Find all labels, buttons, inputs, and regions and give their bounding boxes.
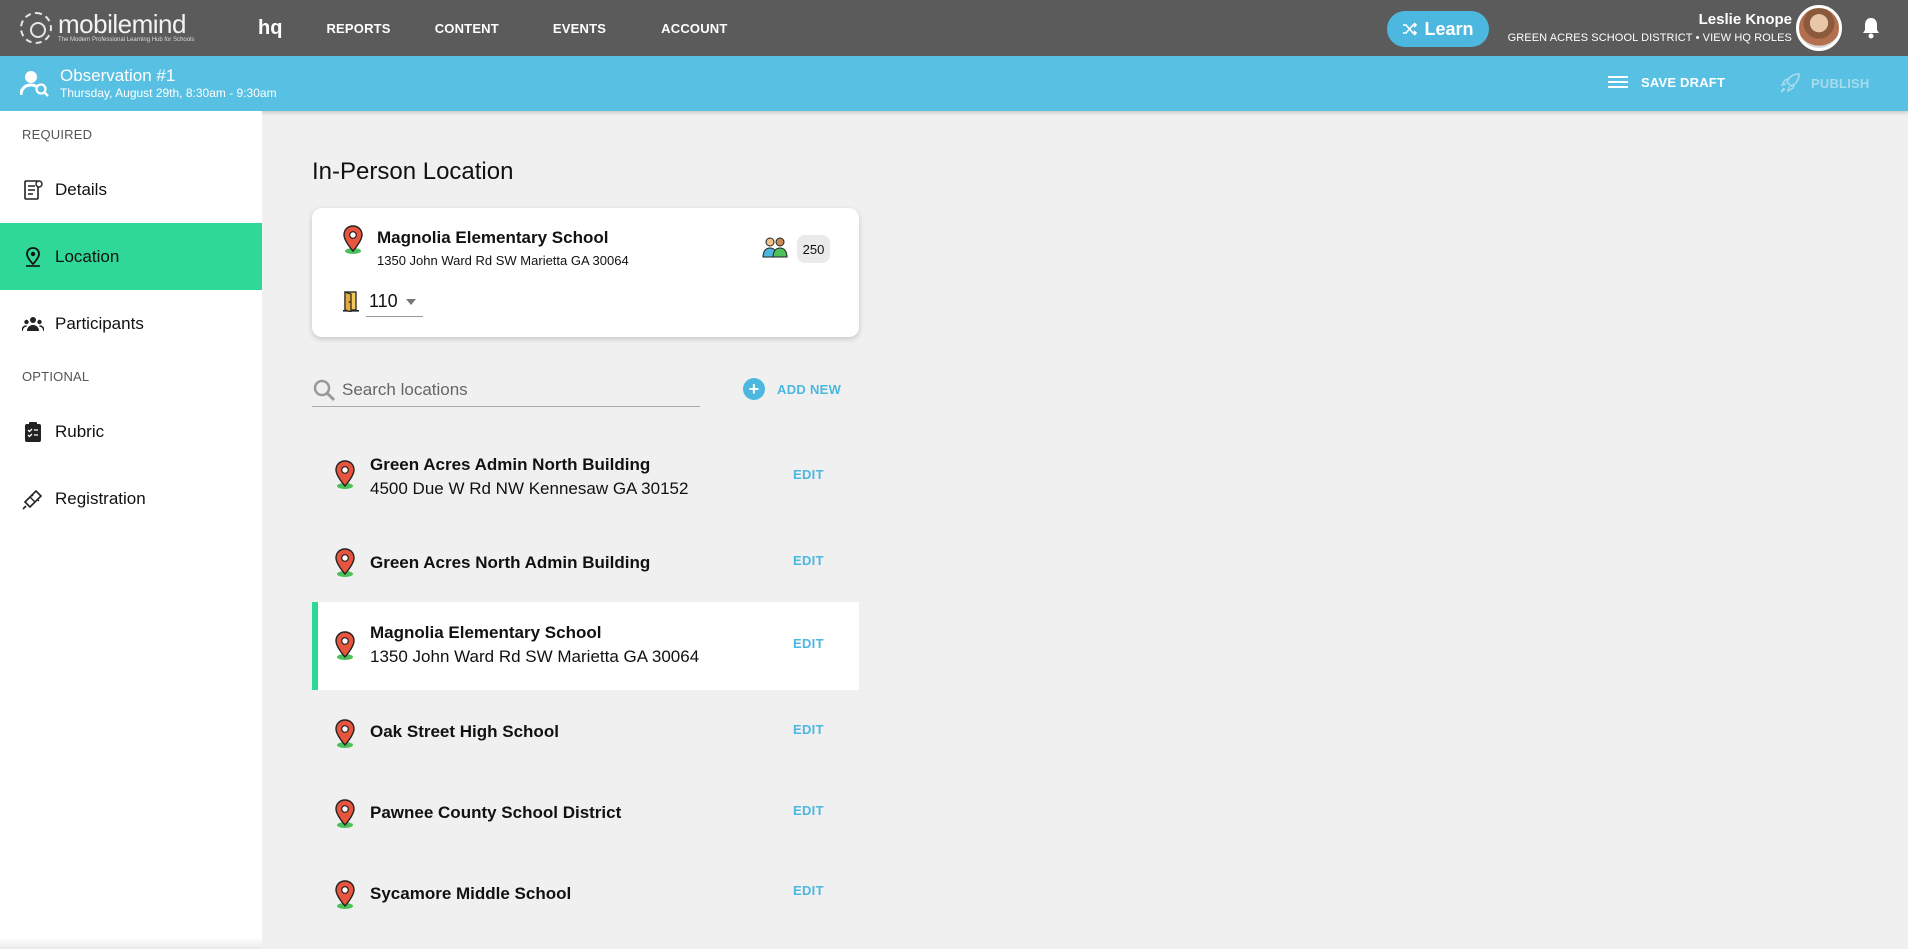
door-icon xyxy=(343,291,359,312)
brand-logo[interactable]: mobilemind The Modern Professional Learn… xyxy=(20,9,242,44)
location-address: 4500 Due W Rd NW Kennesaw GA 30152 xyxy=(370,479,689,498)
nav-reports[interactable]: REPORTS xyxy=(326,21,390,36)
learn-button-label: Learn xyxy=(1424,18,1474,39)
room-select[interactable]: 110 xyxy=(366,287,423,317)
save-draft-label: SAVE DRAFT xyxy=(1641,74,1726,90)
location-pin-icon xyxy=(335,799,355,828)
user-name: Leslie Knope xyxy=(1698,11,1792,28)
sidebar-item-label: Rubric xyxy=(55,421,105,441)
add-new-label: ADD NEW xyxy=(777,381,842,397)
capacity-badge: 250 xyxy=(797,235,830,263)
observation-title: Observation #1 xyxy=(60,66,176,85)
sidebar: REQUIRED Details Location Participants O… xyxy=(0,111,262,949)
sidebar-item-label: Participants xyxy=(55,313,144,333)
sidebar-bottom-shade xyxy=(0,938,262,949)
selected-location-address: 1350 John Ward Rd SW Marietta GA 30064 xyxy=(377,253,629,268)
sidebar-item-rubric[interactable]: Rubric xyxy=(0,398,262,465)
location-pin-icon xyxy=(22,246,44,268)
sidebar-item-participants[interactable]: Participants xyxy=(0,290,262,357)
save-draft-button[interactable]: SAVE DRAFT xyxy=(1607,74,1725,90)
location-name: Green Acres North Admin Building xyxy=(370,553,651,572)
sidebar-item-label: Details xyxy=(55,179,107,199)
observation-date: Thursday, August 29th, 8:30am - 9:30am xyxy=(60,86,277,100)
publish-button[interactable]: PUBLISH xyxy=(1779,72,1869,94)
avatar[interactable] xyxy=(1796,5,1842,51)
location-pin-icon xyxy=(343,225,363,254)
brand-name: mobilemind xyxy=(58,9,186,39)
window-edge xyxy=(1908,0,1920,949)
location-row[interactable]: Sycamore Middle School EDIT xyxy=(312,851,859,939)
chevron-down-icon xyxy=(405,298,416,305)
location-row[interactable]: Green Acres North Admin Building EDIT xyxy=(312,519,859,607)
edit-location-button[interactable]: EDIT xyxy=(793,883,824,898)
mobilemind-logo-icon xyxy=(20,12,52,44)
location-name: Sycamore Middle School xyxy=(370,884,572,903)
edit-location-button[interactable]: EDIT xyxy=(793,467,824,482)
search-icon xyxy=(313,379,336,401)
ticket-icon xyxy=(22,488,44,510)
people-icon xyxy=(762,237,788,258)
sidebar-item-location[interactable]: Location xyxy=(0,223,262,290)
shuffle-icon xyxy=(1403,22,1418,36)
sidebar-item-registration[interactable]: Registration xyxy=(0,465,262,532)
location-name: Pawnee County School District xyxy=(370,803,622,822)
clipboard-icon xyxy=(22,421,44,443)
search-input[interactable] xyxy=(342,379,682,400)
add-new-location-button[interactable]: + ADD NEW xyxy=(743,378,841,400)
edit-location-button[interactable]: EDIT xyxy=(793,722,824,737)
observation-header: Observation #1 Thursday, August 29th, 8:… xyxy=(0,56,1908,111)
edit-location-button[interactable]: EDIT xyxy=(793,553,824,568)
page-title: In-Person Location xyxy=(312,158,514,185)
location-name: Green Acres Admin North Building xyxy=(370,455,651,474)
product-hq-label: hq xyxy=(258,16,283,39)
document-icon xyxy=(22,179,44,201)
nav-events[interactable]: EVENTS xyxy=(553,21,606,36)
edit-location-button[interactable]: EDIT xyxy=(793,636,824,651)
brand-tagline: The Modern Professional Learning Hub for… xyxy=(58,37,195,43)
location-pin-icon xyxy=(335,719,355,748)
location-name: Oak Street High School xyxy=(370,722,559,741)
location-row[interactable]: Oak Street High School EDIT xyxy=(312,690,859,778)
sidebar-item-label: Registration xyxy=(55,488,146,508)
nav-account[interactable]: ACCOUNT xyxy=(661,21,727,36)
user-info[interactable]: Leslie Knope GREEN ACRES SCHOOL DISTRICT… xyxy=(1508,11,1792,45)
location-pin-icon xyxy=(335,460,355,489)
selected-location-name: Magnolia Elementary School xyxy=(377,228,609,247)
location-row[interactable]: Pawnee County School District EDIT xyxy=(312,770,859,858)
plus-icon: + xyxy=(743,378,765,400)
nav-content[interactable]: CONTENT xyxy=(435,21,499,36)
sidebar-item-details[interactable]: Details xyxy=(0,156,262,223)
people-icon xyxy=(22,313,44,335)
learn-button[interactable]: Learn xyxy=(1387,11,1489,47)
brand-wordmark: mobilemind The Modern Professional Learn… xyxy=(58,9,195,44)
sidebar-section-required: REQUIRED xyxy=(22,127,93,142)
room-select-value: 110 xyxy=(369,291,398,311)
location-name: Magnolia Elementary School xyxy=(370,623,602,642)
user-org-roles[interactable]: GREEN ACRES SCHOOL DISTRICT • VIEW HQ RO… xyxy=(1508,31,1792,45)
edit-location-button[interactable]: EDIT xyxy=(793,803,824,818)
rocket-icon xyxy=(1780,73,1800,93)
sidebar-item-label: Location xyxy=(55,246,120,266)
user-search-icon xyxy=(20,71,49,97)
location-address: 1350 John Ward Rd SW Marietta GA 30064 xyxy=(370,647,700,666)
publish-label: PUBLISH xyxy=(1811,75,1870,91)
bell-icon[interactable] xyxy=(1860,16,1882,40)
sidebar-section-optional: OPTIONAL xyxy=(22,369,90,384)
location-pin-icon xyxy=(335,548,355,577)
location-row[interactable]: Green Acres Admin North Building 4500 Du… xyxy=(312,431,859,519)
location-search xyxy=(312,373,700,407)
location-row-selected[interactable]: Magnolia Elementary School 1350 John War… xyxy=(312,602,859,690)
location-pin-icon xyxy=(335,631,355,660)
main-nav: REPORTS CONTENT EVENTS ACCOUNT xyxy=(326,21,771,36)
lines-icon xyxy=(1608,76,1628,88)
selected-location-card: Magnolia Elementary School 1350 John War… xyxy=(312,208,859,337)
location-pin-icon xyxy=(335,880,355,909)
